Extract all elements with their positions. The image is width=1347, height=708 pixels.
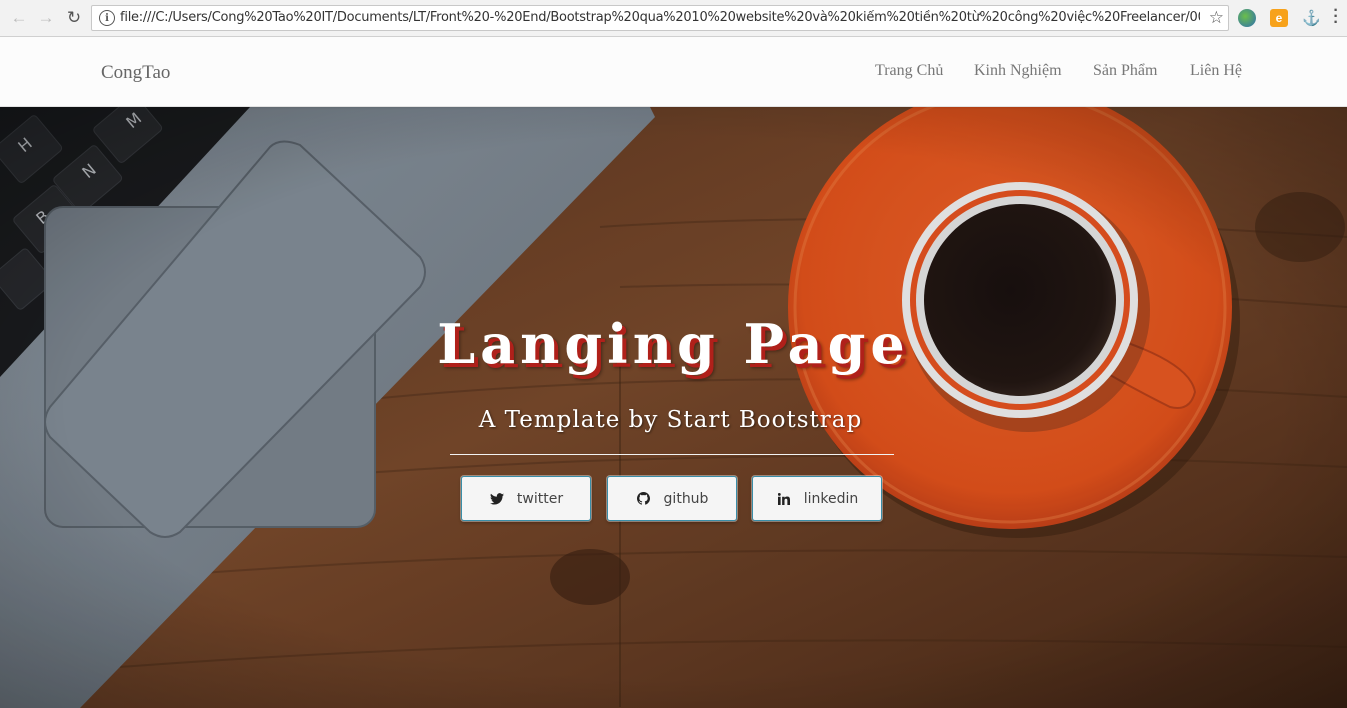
hero-subtitle: A Template by Start Bootstrap bbox=[478, 407, 863, 433]
back-arrow-icon[interactable]: ← bbox=[9, 8, 29, 28]
nav-link-trang-chu[interactable]: Trang Chủ bbox=[875, 62, 943, 80]
nav-link-san-pham[interactable]: Sản Phẩm bbox=[1093, 62, 1157, 80]
github-icon bbox=[636, 491, 652, 507]
address-url[interactable]: file:///C:/Users/Cong%20Tao%20IT/Documen… bbox=[120, 10, 1200, 25]
page-info-icon[interactable]: i bbox=[99, 10, 115, 26]
address-bar[interactable]: i file:///C:/Users/Cong%20Tao%20IT/Docum… bbox=[91, 5, 1229, 31]
bookmark-star-icon[interactable]: ☆ bbox=[1209, 8, 1224, 28]
forward-arrow-icon[interactable]: → bbox=[36, 8, 56, 28]
hero-section: H N M B Langing Page A Template by S bbox=[0, 107, 1347, 708]
github-button-label: github bbox=[663, 490, 709, 507]
browser-toolbar: ← → ↻ i file:///C:/Users/Cong%20Tao%20IT… bbox=[0, 0, 1347, 37]
hero-title: Langing Page bbox=[437, 312, 910, 376]
extension-key-icon[interactable]: ⚓ bbox=[1302, 9, 1321, 27]
extension-globe-icon[interactable] bbox=[1238, 9, 1256, 27]
linkedin-button[interactable]: linkedin bbox=[752, 476, 882, 521]
nav-link-kinh-nghiem[interactable]: Kinh Nghiệm bbox=[974, 62, 1062, 80]
brand-logo[interactable]: CongTao bbox=[101, 62, 170, 84]
site-navbar: CongTao Trang Chủ Kinh Nghiệm Sản Phẩm L… bbox=[0, 37, 1347, 107]
reload-icon[interactable]: ↻ bbox=[64, 8, 84, 28]
extension-e-icon[interactable]: e bbox=[1270, 9, 1288, 27]
twitter-icon bbox=[489, 491, 505, 507]
linkedin-button-label: linkedin bbox=[803, 490, 859, 507]
nav-link-lien-he[interactable]: Liên Hệ bbox=[1190, 62, 1242, 80]
linkedin-icon bbox=[776, 491, 792, 507]
hero-divider bbox=[450, 454, 894, 455]
twitter-button-label: twitter bbox=[516, 490, 564, 507]
web-page: CongTao Trang Chủ Kinh Nghiệm Sản Phẩm L… bbox=[0, 37, 1347, 708]
twitter-button[interactable]: twitter bbox=[461, 476, 591, 521]
github-button[interactable]: github bbox=[607, 476, 737, 521]
browser-menu-icon[interactable]: · · · bbox=[1333, 3, 1339, 31]
